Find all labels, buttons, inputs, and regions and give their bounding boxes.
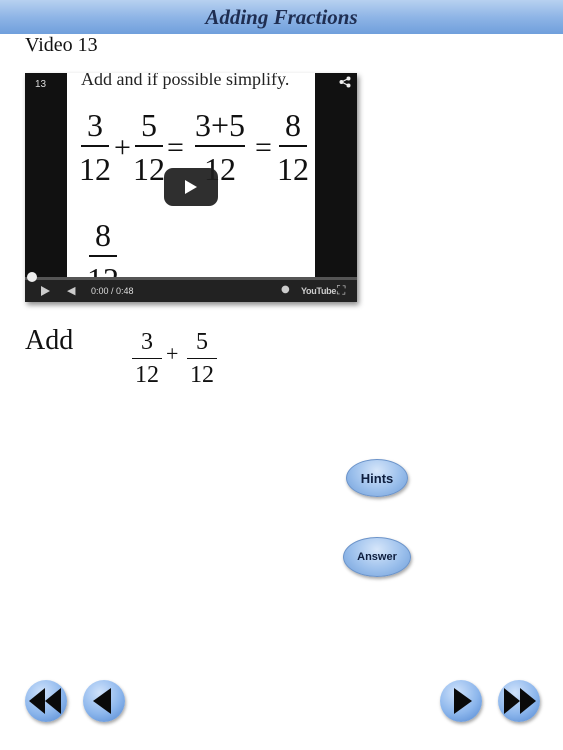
page-title: Adding Fractions xyxy=(205,5,358,29)
denominator: 12 xyxy=(190,362,214,389)
play-button[interactable] xyxy=(164,168,218,206)
denominator: 12 xyxy=(87,263,119,278)
plus-sign: + xyxy=(166,341,179,366)
video-label: Video 13 xyxy=(25,34,98,56)
hints-button[interactable]: Hints xyxy=(346,459,408,497)
numerator: 3+5 xyxy=(195,107,246,143)
play-icon[interactable] xyxy=(41,286,50,296)
info-icon[interactable]: ● xyxy=(281,284,290,295)
problem-label: Add xyxy=(25,325,74,356)
video-title-badge: 13 xyxy=(35,79,47,90)
fullscreen-icon[interactable]: ⛶ xyxy=(337,283,345,298)
skip-forward-button[interactable] xyxy=(498,680,540,722)
video-fraction-2: 5 12 xyxy=(133,109,165,185)
header-bar: Adding Fractions xyxy=(0,0,563,34)
problem-fraction-2: 5 12 xyxy=(187,330,217,387)
denominator: 12 xyxy=(79,150,111,187)
video-fraction-5: 8 12 xyxy=(87,219,119,277)
numerator: 3 xyxy=(87,107,103,143)
problem-fraction-1: 3 12 xyxy=(132,330,162,387)
forward-button[interactable] xyxy=(440,680,482,722)
share-icon[interactable] xyxy=(339,76,351,92)
numerator: 8 xyxy=(285,107,301,143)
plus-sign: + xyxy=(114,131,131,164)
answer-button[interactable]: Answer xyxy=(343,537,411,577)
video-player[interactable]: Add and if possible simplify. 3 12 + 5 1… xyxy=(25,73,357,302)
denominator: 12 xyxy=(133,150,165,187)
progress-bar[interactable] xyxy=(25,277,357,280)
equals-sign: = xyxy=(255,131,272,164)
skip-back-button[interactable] xyxy=(25,680,67,722)
video-fraction-1: 3 12 xyxy=(79,109,111,185)
youtube-logo[interactable]: YouTube xyxy=(301,286,336,296)
skip-forward-icon xyxy=(504,688,536,714)
equals-sign: = xyxy=(167,131,184,164)
forward-arrow-icon xyxy=(454,688,472,714)
numerator: 3 xyxy=(141,329,153,355)
progress-handle[interactable] xyxy=(27,272,37,282)
skip-back-icon xyxy=(29,688,61,714)
video-fraction-4: 8 12 xyxy=(277,109,309,185)
video-time: 0:00 / 0:48 xyxy=(91,286,134,296)
video-caption: Add and if possible simplify. xyxy=(81,73,290,89)
denominator: 12 xyxy=(135,362,159,389)
denominator: 12 xyxy=(277,150,309,187)
back-button[interactable] xyxy=(83,680,125,722)
play-icon xyxy=(185,180,197,194)
numerator: 8 xyxy=(95,217,111,253)
volume-icon[interactable]: ◀ xyxy=(67,284,75,297)
back-arrow-icon xyxy=(93,688,111,714)
numerator: 5 xyxy=(141,107,157,143)
numerator: 5 xyxy=(196,329,208,355)
